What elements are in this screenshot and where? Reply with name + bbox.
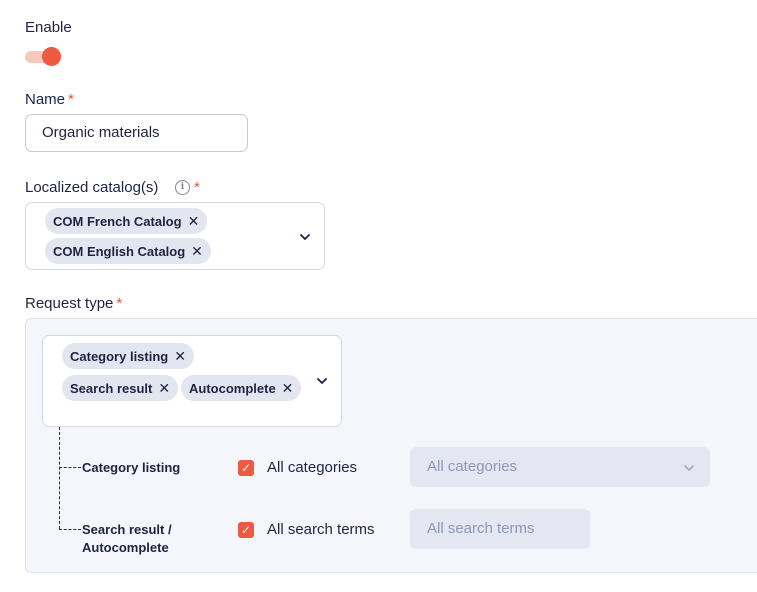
required-mark: * bbox=[68, 91, 74, 108]
chip-autocomplete: Autocomplete ✕ bbox=[181, 375, 302, 401]
required-mark: * bbox=[116, 295, 123, 312]
rule-label-line: Search result / bbox=[82, 522, 172, 537]
chip-label: COM French Catalog bbox=[53, 214, 182, 229]
required-mark: * bbox=[194, 179, 200, 196]
chip-label: Category listing bbox=[70, 349, 169, 364]
chip-label: Autocomplete bbox=[189, 381, 276, 396]
enable-toggle-knob[interactable] bbox=[42, 47, 61, 66]
request-type-select[interactable]: Category listing ✕ Search result ✕ Autocom… bbox=[42, 335, 342, 427]
chip-remove-icon[interactable]: ✕ bbox=[158, 380, 170, 396]
all-categories-checkbox[interactable]: ✓ bbox=[238, 460, 254, 476]
chip-remove-icon[interactable]: ✕ bbox=[191, 243, 203, 259]
chip-com-english-catalog: COM English Catalog ✕ bbox=[45, 238, 211, 264]
request-type-label-text: Request type bbox=[25, 295, 114, 312]
name-input[interactable]: Organic materials bbox=[25, 114, 248, 152]
tree-connector bbox=[59, 467, 81, 468]
rule-label-line: Autocomplete bbox=[82, 540, 169, 555]
all-search-terms-checkbox[interactable]: ✓ bbox=[238, 522, 254, 538]
rule-label-search-autocomplete: Search result / Autocomplete bbox=[82, 521, 172, 557]
rule-label-category-listing: Category listing bbox=[82, 460, 181, 475]
catalogs-select[interactable]: COM French Catalog ✕ COM English Catalog ✕ bbox=[25, 202, 325, 270]
chip-search-result: Search result ✕ bbox=[62, 375, 179, 401]
chip-label: Search result bbox=[70, 381, 153, 396]
all-search-terms-label: All search terms bbox=[267, 521, 375, 538]
chip-remove-icon[interactable]: ✕ bbox=[282, 380, 294, 396]
tree-connector bbox=[59, 529, 81, 530]
catalogs-label-text: Localized catalog(s) bbox=[25, 179, 159, 196]
search-terms-field: All search terms bbox=[410, 509, 590, 549]
search-terms-placeholder: All search terms bbox=[427, 520, 535, 537]
chip-remove-icon[interactable]: ✕ bbox=[174, 348, 186, 364]
all-categories-label: All categories bbox=[267, 459, 358, 476]
name-label: Name * bbox=[25, 91, 74, 108]
categories-select-placeholder: All categories bbox=[427, 458, 518, 475]
chip-category-listing: Category listing ✕ bbox=[62, 343, 194, 369]
tree-connector bbox=[59, 427, 60, 529]
chip-com-french-catalog: COM French Catalog ✕ bbox=[45, 208, 208, 234]
catalogs-label: Localized catalog(s) bbox=[25, 179, 158, 196]
chevron-down-icon[interactable] bbox=[316, 375, 328, 387]
chevron-down-icon[interactable] bbox=[299, 231, 311, 243]
request-type-label: Request type * bbox=[25, 295, 122, 312]
categories-select: All categories bbox=[410, 447, 710, 487]
chevron-down-icon bbox=[684, 465, 694, 471]
enable-label: Enable bbox=[25, 19, 72, 36]
chip-label: COM English Catalog bbox=[53, 244, 186, 259]
name-label-text: Name bbox=[25, 91, 66, 108]
chip-remove-icon[interactable]: ✕ bbox=[188, 213, 200, 229]
info-icon[interactable]: i bbox=[175, 180, 190, 195]
